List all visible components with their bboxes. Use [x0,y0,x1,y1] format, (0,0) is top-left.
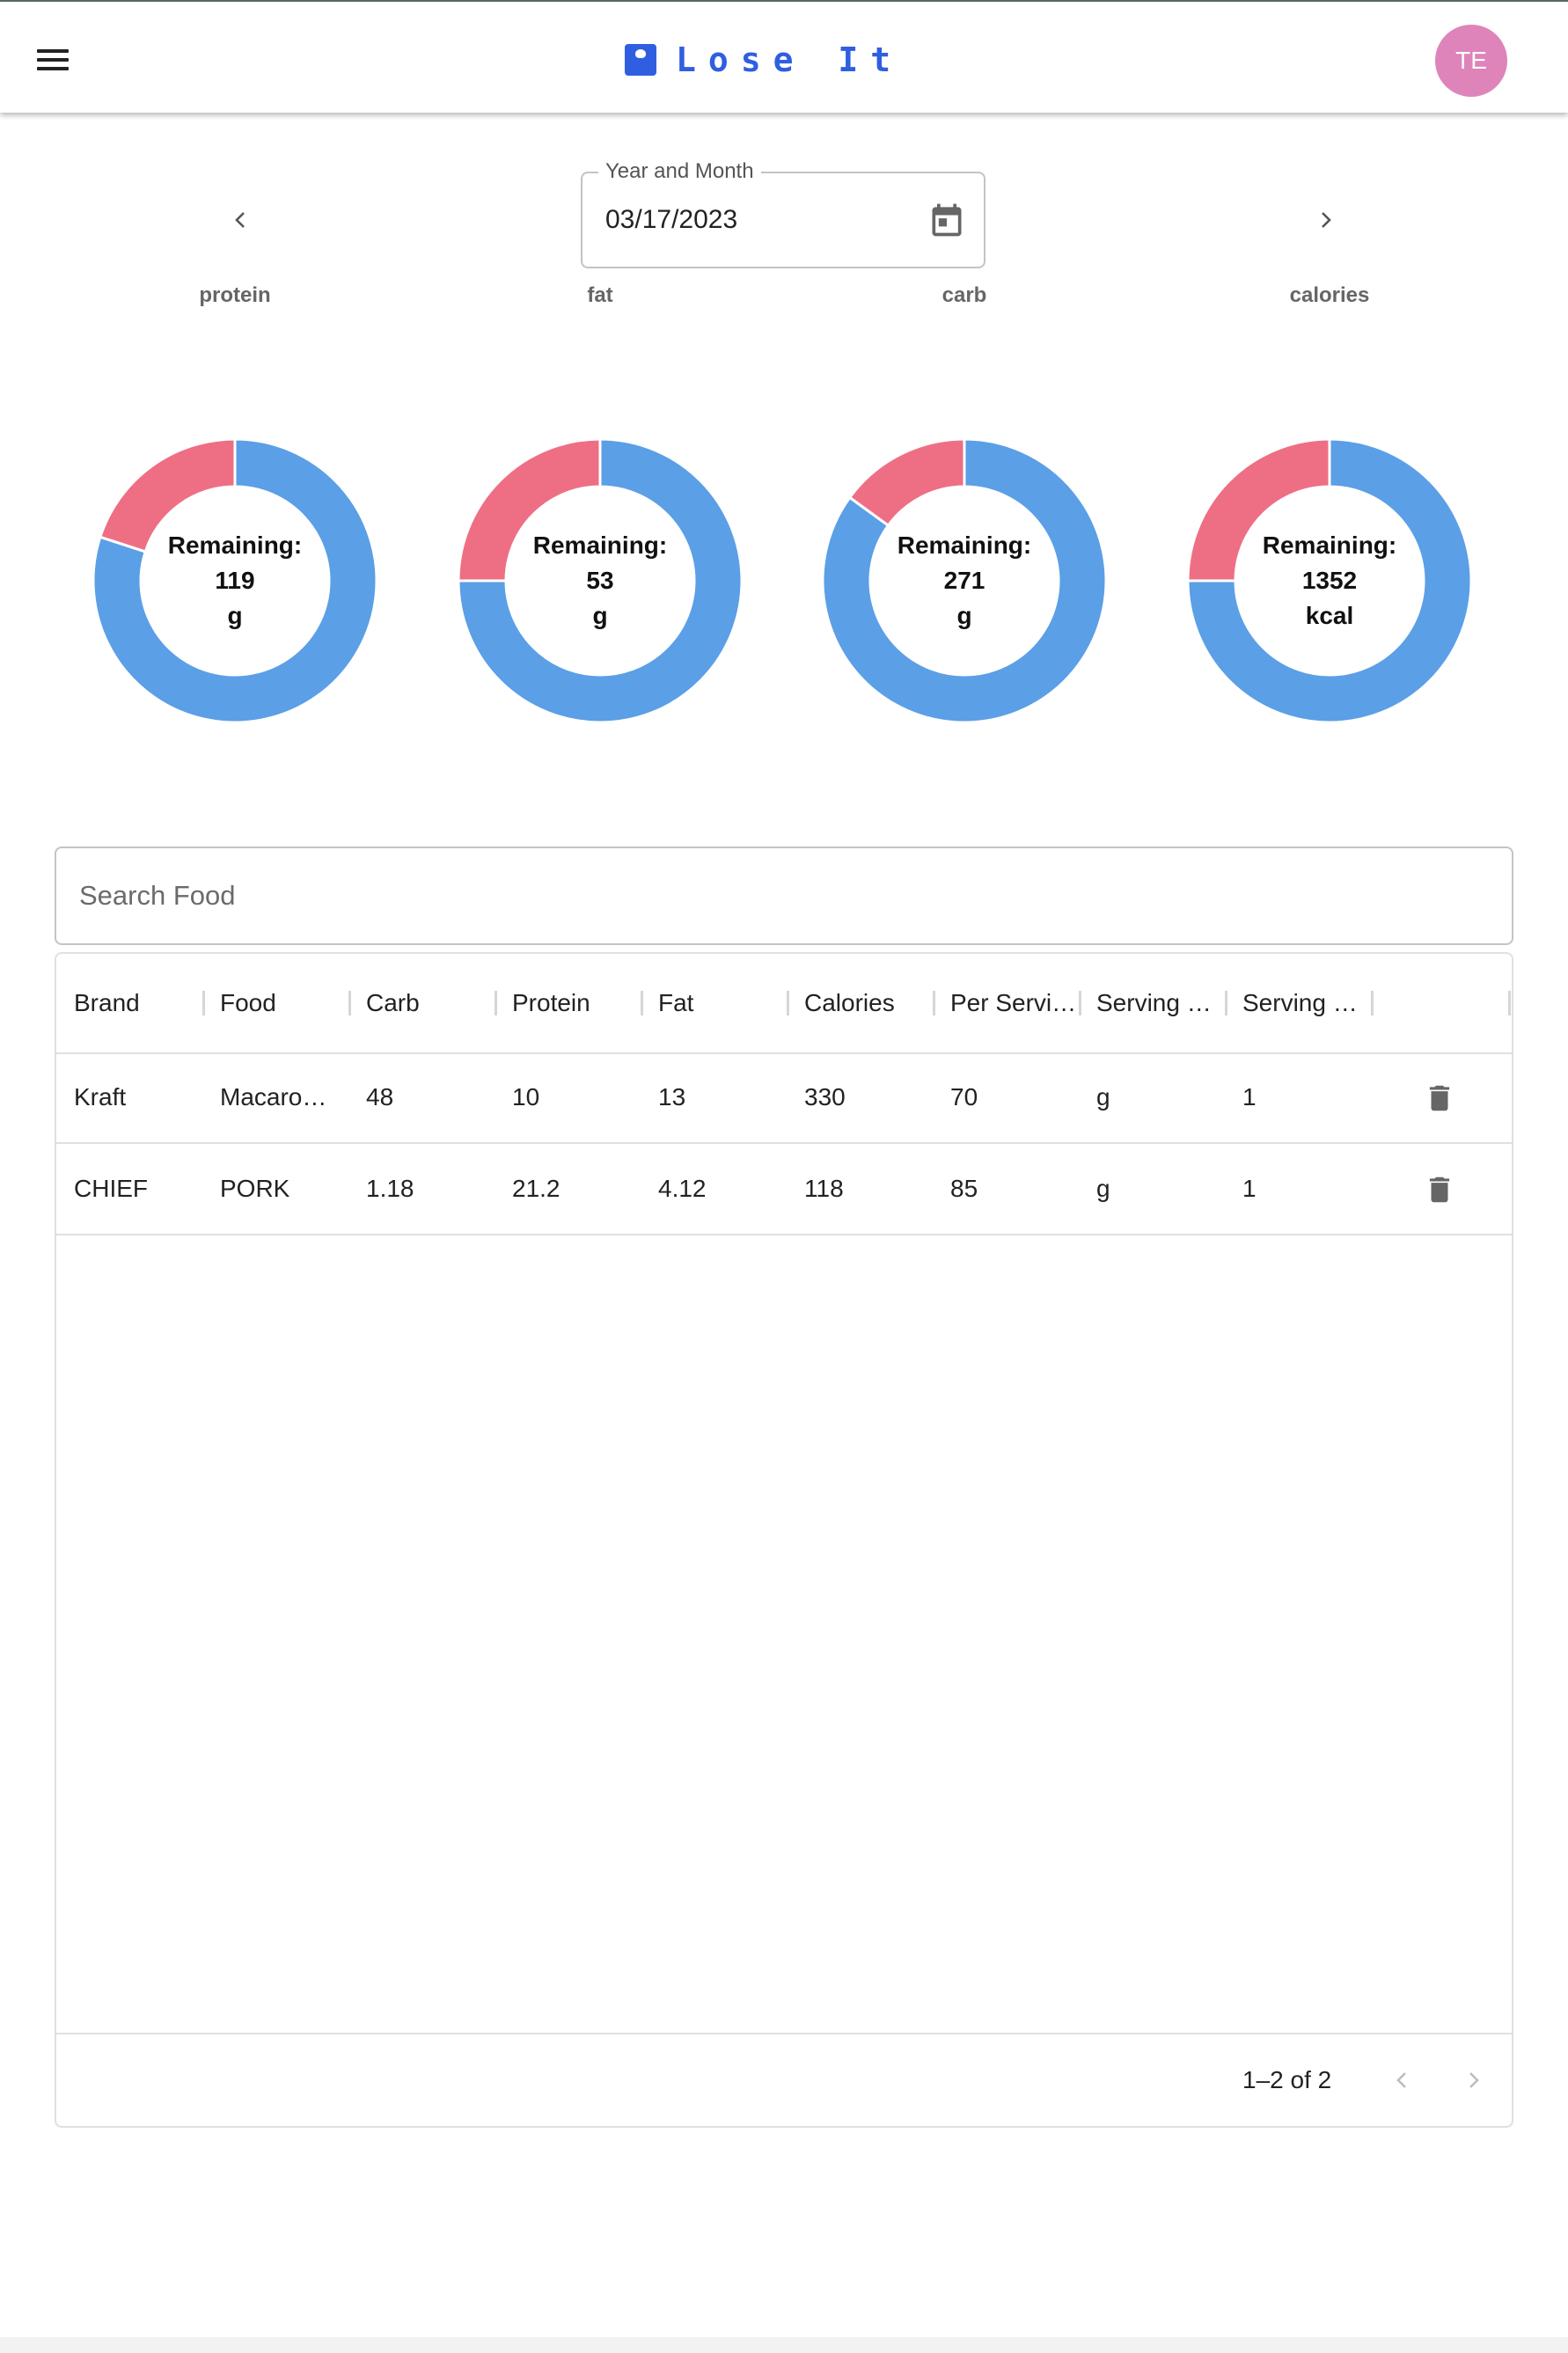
next-date-button[interactable] [1304,199,1346,241]
app-logo: Lose It [625,40,903,79]
donut-carb: Remaining: 271 g [819,436,1110,726]
date-picker-label: Year and Month [598,159,761,184]
cell-protein: 10 [512,1083,540,1111]
search-food-field[interactable] [55,847,1513,945]
column-header-calories[interactable]: Calories [804,954,927,1052]
column-header-food[interactable]: Food [220,954,343,1052]
column-separator[interactable] [495,991,497,1015]
column-header-serving-count[interactable]: Serving … [1242,954,1369,1052]
donut-fat: Remaining: 53 g [455,436,745,726]
cell-calories: 330 [804,1083,846,1111]
remaining-value: 1352 [1301,567,1358,594]
remaining-label: Remaining: [167,531,303,559]
cell-calories: 118 [804,1175,844,1202]
app-bar: Lose It TE [0,2,1568,113]
remaining-value: 271 [943,567,985,594]
chevron-left-icon [1396,2072,1406,2088]
next-page-button[interactable] [1452,2059,1494,2101]
date-picker-value[interactable]: 03/17/2023 [605,205,737,235]
cell-food: Macaro… [220,1083,327,1111]
cell-serving-count: 1 [1242,1175,1257,1202]
pagination-count: 1–2 of 2 [1242,2066,1332,2093]
cell-food: PORK [220,1175,290,1202]
food-table: Brand Food Carb Protein Fat Calories Per… [55,952,1513,2128]
app-title: Lose It [676,40,904,79]
remaining-unit: g [592,602,608,629]
column-separator[interactable] [202,991,205,1015]
cell-per-serving: 85 [950,1175,978,1202]
column-header-carb[interactable]: Carb [366,954,489,1052]
column-header-brand[interactable]: Brand [74,954,197,1052]
cell-per-serving: 70 [950,1083,978,1111]
search-input[interactable] [56,848,1512,943]
cell-brand: Kraft [74,1083,127,1111]
column-header-per-serving[interactable]: Per Servi… [950,954,1081,1052]
menu-icon[interactable] [33,42,76,77]
avatar[interactable]: TE [1435,25,1507,97]
cell-serving-unit: g [1096,1083,1110,1111]
cell-carb: 48 [366,1083,394,1111]
column-separator[interactable] [1371,991,1374,1015]
cell-fat: 4.12 [658,1175,707,1202]
remaining-value: 53 [586,567,614,594]
cell-protein: 21.2 [512,1175,561,1202]
macro-label-carb: carb [942,283,987,307]
macro-label-calories: calories [1289,283,1370,307]
column-separator[interactable] [933,991,935,1015]
column-header-protein[interactable]: Protein [512,954,635,1052]
column-separator[interactable] [1079,991,1081,1015]
column-header-serving-unit[interactable]: Serving … [1096,954,1223,1052]
date-picker[interactable]: Year and Month 03/17/2023 [581,159,985,268]
chevron-right-icon [1469,2072,1479,2088]
cell-brand: CHIEF [74,1175,148,1202]
donut-protein: Remaining: 119 g [90,436,380,726]
column-separator[interactable] [641,991,643,1015]
table-row[interactable]: CHIEF PORK 1.18 21.2 4.12 118 85 g 1 [56,1144,1512,1235]
bottom-bar [0,2337,1568,2353]
calendar-icon[interactable] [927,200,966,240]
column-separator[interactable] [1508,991,1511,1015]
remaining-label: Remaining: [532,531,668,559]
table-row[interactable]: Kraft Macaro… 48 10 13 330 70 g 1 [56,1052,1512,1144]
macro-label-protein: protein [199,283,271,307]
column-separator[interactable] [348,991,351,1015]
chevron-right-icon [1322,212,1331,228]
table-header: Brand Food Carb Protein Fat Calories Per… [56,954,1512,1054]
cell-fat: 13 [658,1083,686,1111]
remaining-unit: kcal [1305,602,1354,629]
delete-icon[interactable] [1423,1081,1456,1116]
remaining-value: 119 [215,567,255,594]
previous-page-button[interactable] [1381,2059,1424,2101]
donut-calories: Remaining: 1352 kcal [1184,436,1475,726]
column-header-fat[interactable]: Fat [658,954,781,1052]
cell-serving-count: 1 [1242,1083,1257,1111]
previous-date-button[interactable] [220,199,262,241]
scale-icon [625,44,656,76]
column-separator[interactable] [787,991,789,1015]
macro-label-fat: fat [587,283,613,307]
table-footer: 1–2 of 2 [56,2033,1512,2128]
remaining-label: Remaining: [897,531,1032,559]
remaining-unit: g [227,602,243,629]
cell-carb: 1.18 [366,1175,414,1202]
remaining-unit: g [956,602,972,629]
remaining-label: Remaining: [1262,531,1397,559]
cell-serving-unit: g [1096,1175,1110,1202]
column-separator[interactable] [1225,991,1227,1015]
chevron-left-icon [235,212,245,228]
delete-icon[interactable] [1423,1172,1456,1207]
